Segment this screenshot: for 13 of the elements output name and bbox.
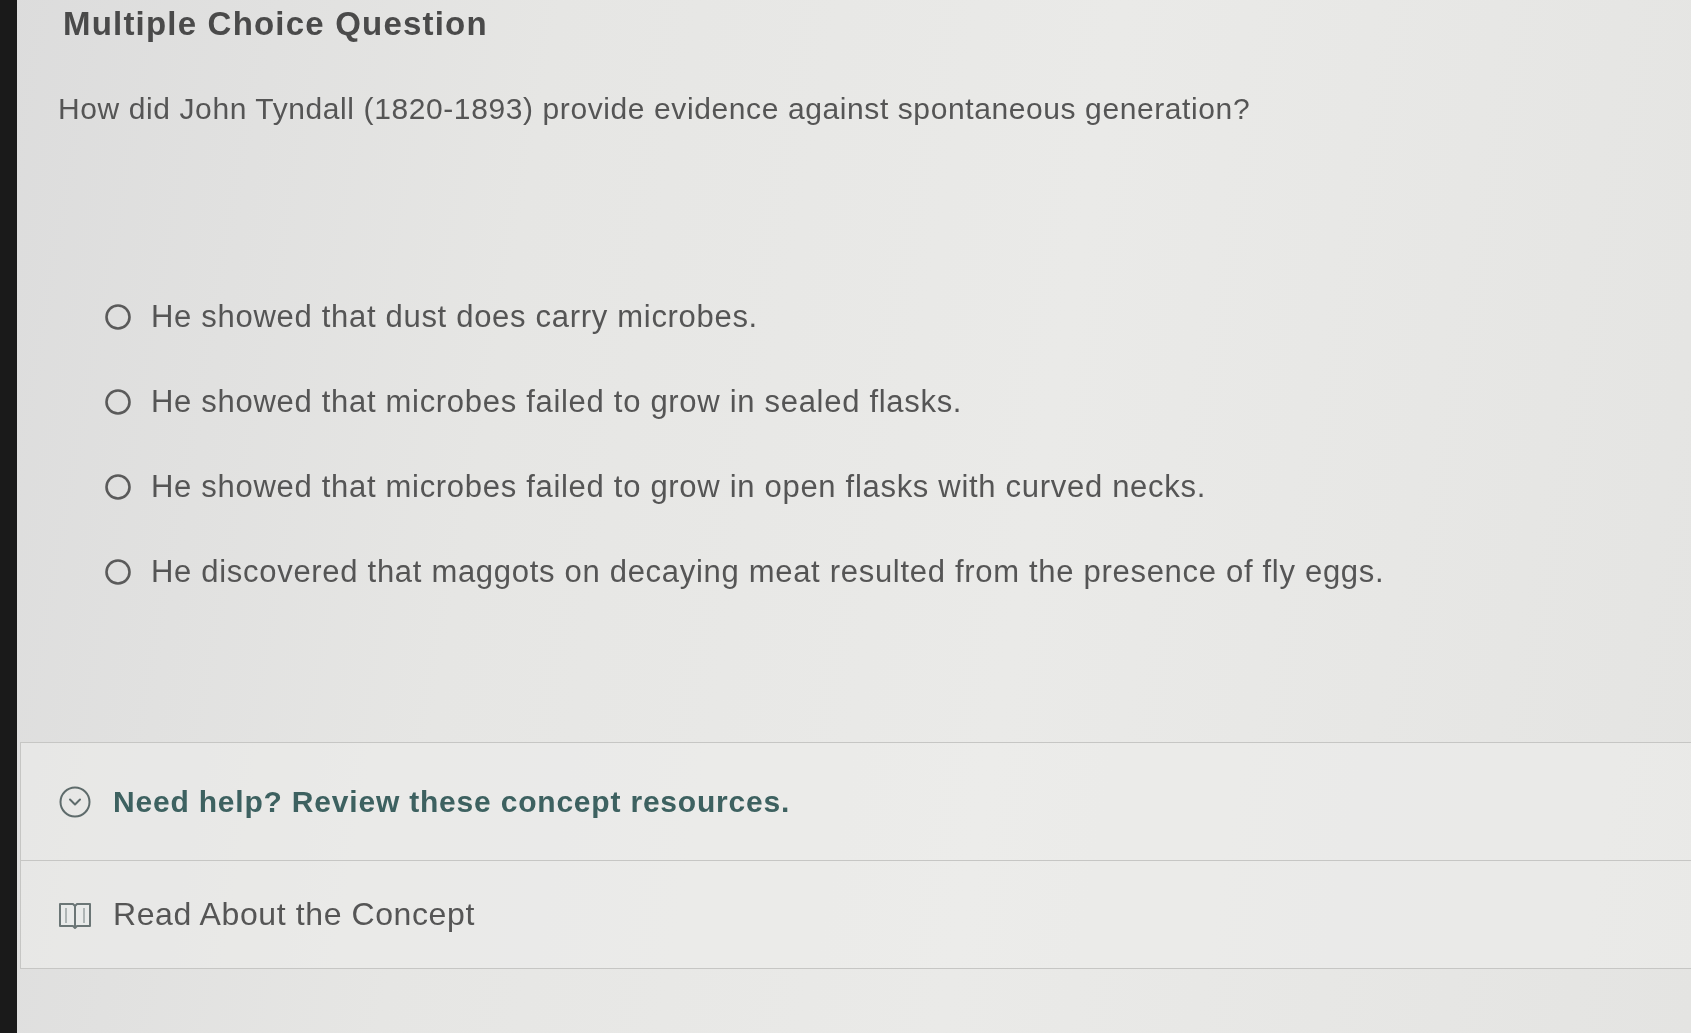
question-type-title: Multiple Choice Question (63, 4, 488, 44)
radio-button[interactable] (105, 474, 131, 500)
radio-button[interactable] (105, 389, 131, 415)
answer-option[interactable]: He showed that microbes failed to grow in open flasks with curved necks. (151, 467, 1206, 507)
chevron-circle-icon[interactable] (59, 785, 91, 818)
answer-option[interactable]: He showed that microbes failed to grow in sealed flasks. (151, 382, 963, 422)
question-text: How did John Tyndall (1820-1893) provide evidence against spontaneous generation? (58, 91, 1251, 127)
read-concept-link[interactable]: Read About the Concept (113, 896, 475, 933)
radio-button[interactable] (105, 304, 131, 330)
answer-option[interactable]: He showed that dust does carry microbes. (151, 297, 758, 337)
radio-button[interactable] (105, 559, 131, 585)
help-toggle-link[interactable]: Need help? Review these concept resources. (113, 784, 791, 819)
answer-option[interactable]: He discovered that maggots on decaying meat resulted from the presence of fly eggs. (151, 552, 1385, 592)
